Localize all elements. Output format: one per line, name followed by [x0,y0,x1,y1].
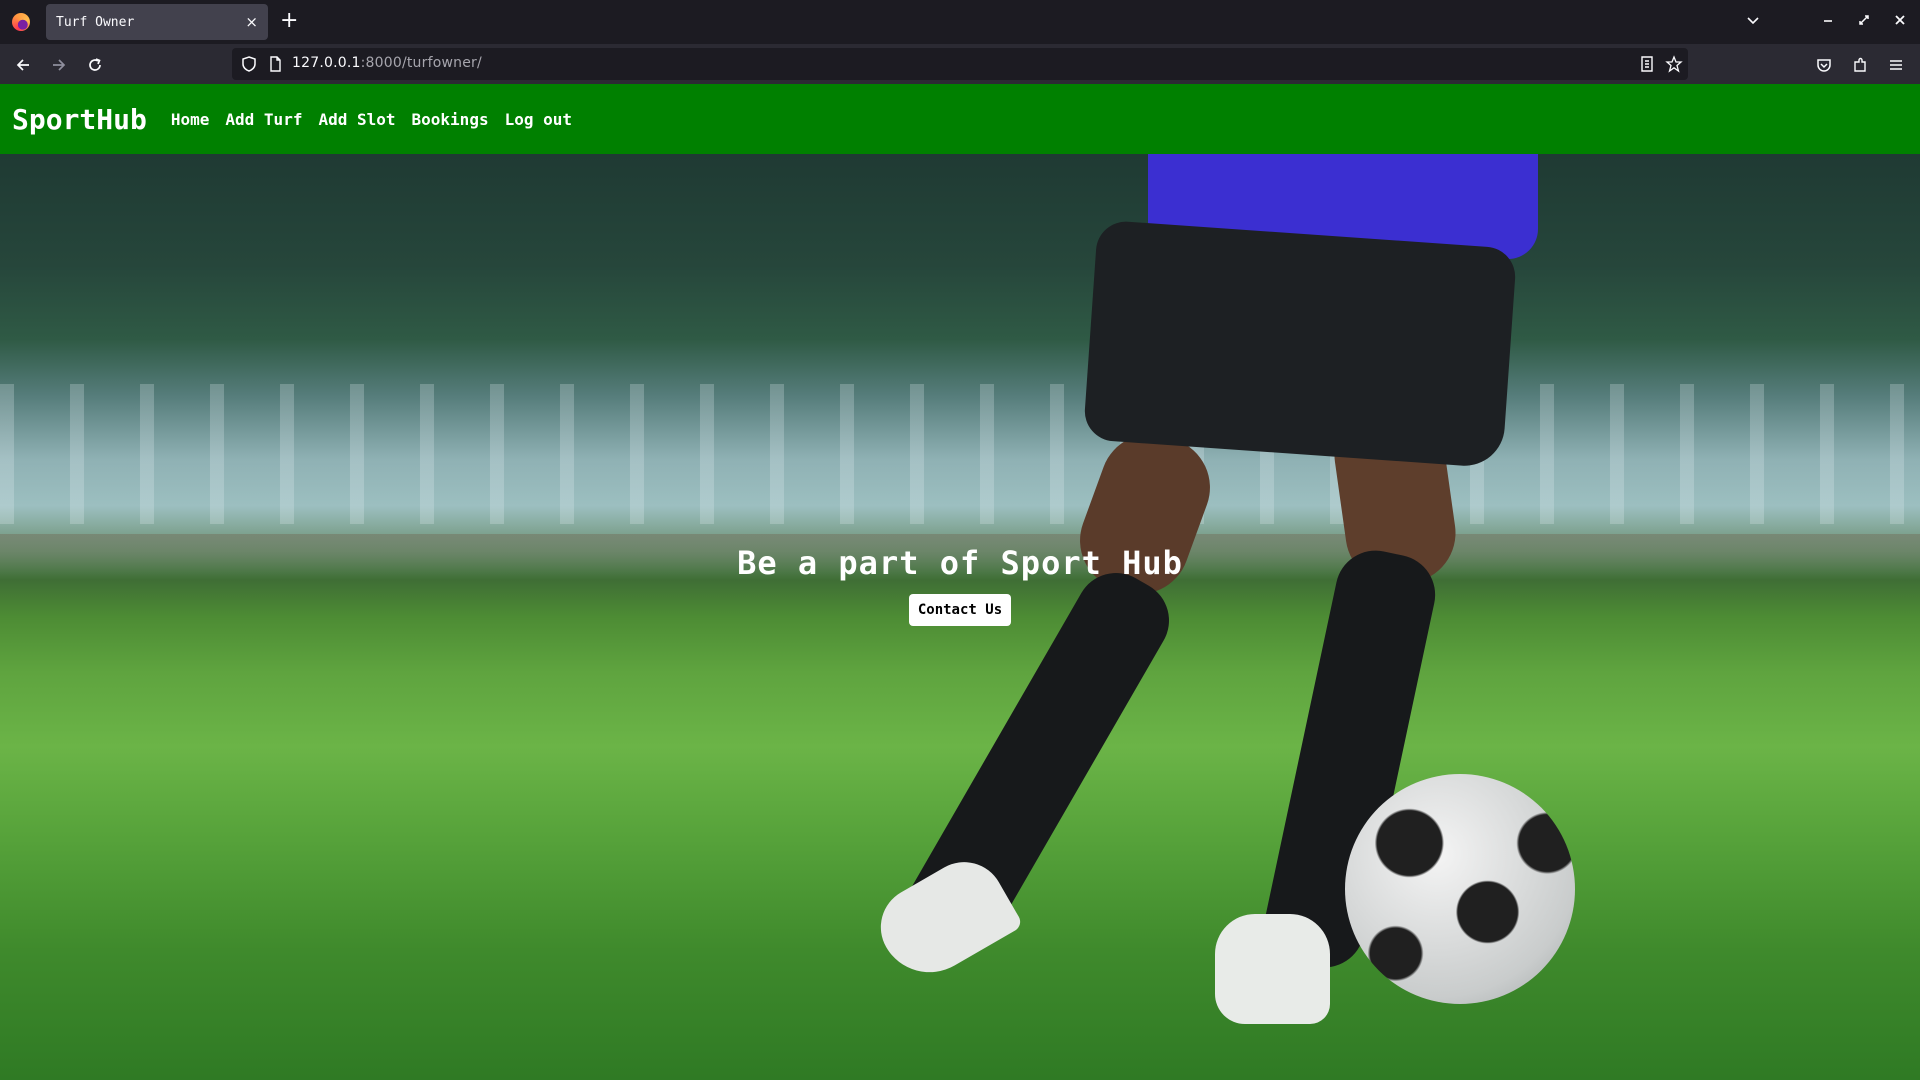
hero-content: Be a part of Sport Hub Contact Us [0,544,1920,626]
site-navbar: SportHub Home Add Turf Add Slot Bookings… [0,84,1920,154]
url-text[interactable]: 127.0.0.1:8000/turfowner/ [292,55,482,71]
reload-icon[interactable] [86,56,104,74]
extensions-icon[interactable] [1851,56,1869,74]
contact-us-button[interactable]: Contact Us [908,594,1012,626]
hero-background-fence [0,384,1920,524]
reader-view-icon[interactable] [1638,55,1656,73]
new-tab-icon[interactable]: + [280,10,298,32]
player-shorts [1082,219,1518,469]
hero-title: Be a part of Sport Hub [737,544,1183,582]
nav-link-add-slot[interactable]: Add Slot [318,110,395,129]
url-host: 127.0.0.1 [292,55,361,71]
minimize-icon[interactable] [1820,12,1836,28]
nav-link-home[interactable]: Home [171,110,210,129]
restore-icon[interactable] [1856,12,1872,28]
page-content: SportHub Home Add Turf Add Slot Bookings… [0,84,1920,1080]
pocket-icon[interactable] [1815,56,1833,74]
firefox-logo-icon [12,13,30,31]
soccer-ball [1345,774,1575,1004]
tab-title: Turf Owner [56,14,135,30]
browser-tab-bar: Turf Owner × + [0,0,1920,44]
url-path: :8000/turfowner/ [360,55,482,71]
bookmark-star-icon[interactable] [1665,55,1683,73]
shield-icon[interactable] [240,55,258,73]
close-window-icon[interactable] [1892,12,1908,28]
site-brand[interactable]: SportHub [12,103,147,136]
back-icon[interactable] [14,56,32,74]
nav-link-bookings[interactable]: Bookings [412,110,489,129]
forward-icon[interactable] [50,56,68,74]
browser-tab[interactable]: Turf Owner × [46,4,268,40]
app-menu-icon[interactable] [1887,56,1905,74]
list-all-tabs-icon[interactable] [1745,12,1761,28]
tab-close-icon[interactable]: × [245,14,258,30]
player-right-shoe [1215,914,1330,1024]
nav-link-log-out[interactable]: Log out [505,110,572,129]
hero-section: Be a part of Sport Hub Contact Us [0,154,1920,1080]
nav-link-add-turf[interactable]: Add Turf [225,110,302,129]
browser-toolbar: 127.0.0.1:8000/turfowner/ [0,44,1920,84]
page-info-icon[interactable] [266,55,284,73]
url-bar[interactable]: 127.0.0.1:8000/turfowner/ [232,48,1688,80]
